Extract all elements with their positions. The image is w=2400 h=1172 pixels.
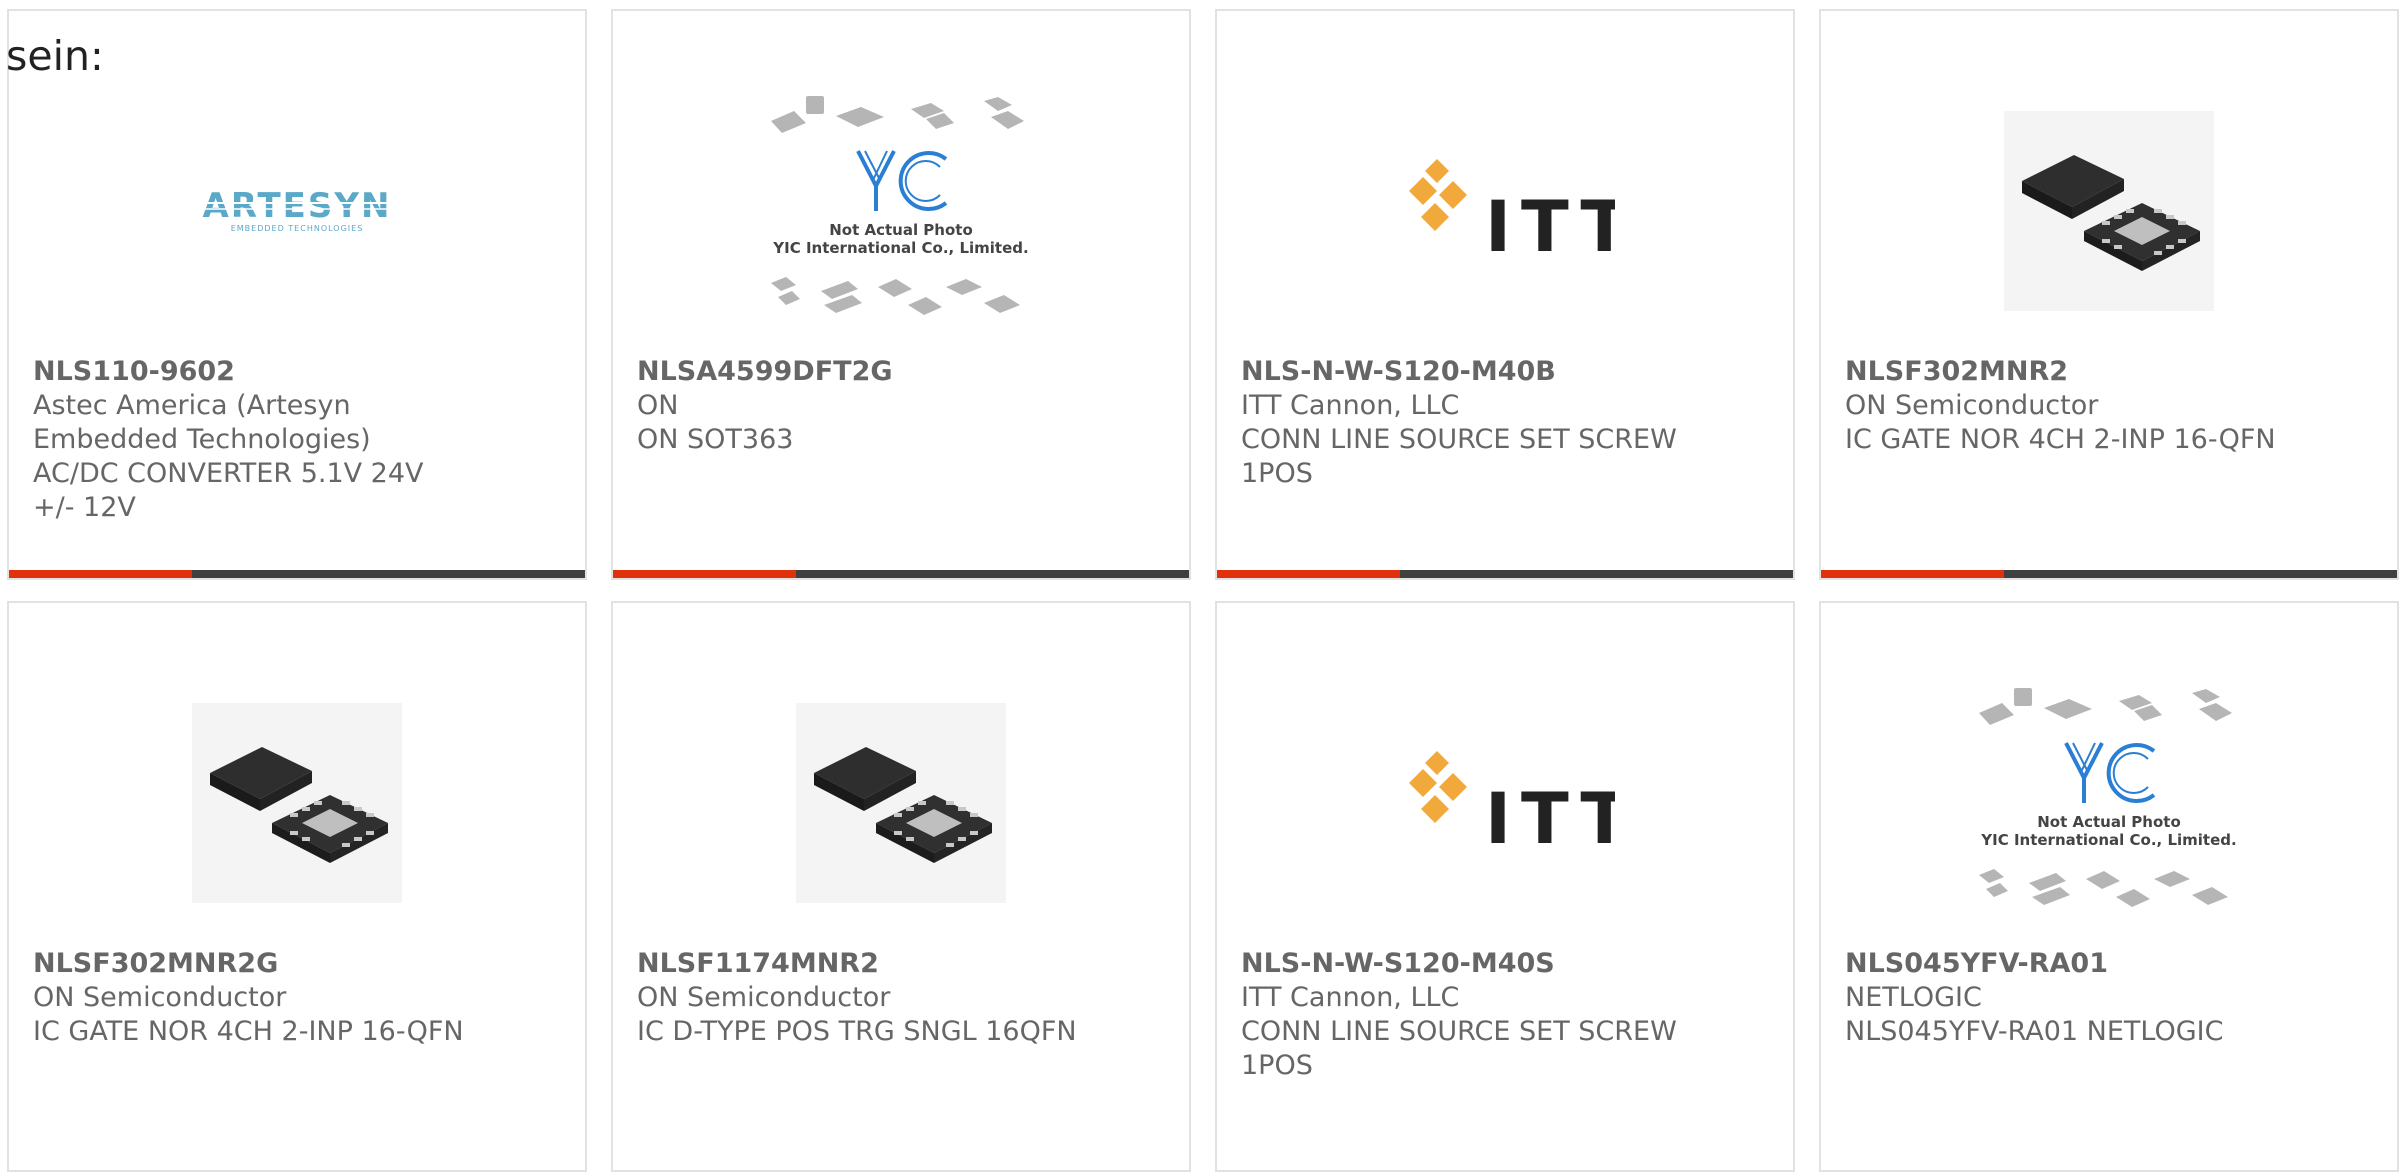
product-card[interactable]: ITT NLS-N-W-S120-M40B ITT Cannon, LLC CO… <box>1215 9 1795 580</box>
product-card[interactable]: NLSF1174MNR2 ON Semiconductor IC D-TYPE … <box>611 601 1191 1172</box>
description: IC D-TYPE POS TRG SNGL 16QFN <box>637 1016 1077 1047</box>
card-bar-accent <box>1217 570 1400 578</box>
product-image[interactable]: Not Actual Photo YIC International Co., … <box>613 71 1189 351</box>
manufacturer: ON Semiconductor <box>637 982 891 1013</box>
svg-text:YIC International Co., Limited: YIC International Co., Limited. <box>772 239 1028 257</box>
description: CONN LINE SOURCE SET SCREW 1POS <box>1241 1016 1677 1081</box>
qfn-chip-photo-icon <box>192 703 402 903</box>
part-number[interactable]: NLSF302MNR2 <box>1845 355 2285 389</box>
svg-text:YIC International Co., Limited: YIC International Co., Limited. <box>1980 831 2236 849</box>
description: ON SOT363 <box>637 424 794 455</box>
part-number[interactable]: NLS-N-W-S120-M40B <box>1241 355 1681 389</box>
description: AC/DC CONVERTER 5.1V 24V +/- 12V <box>33 458 424 523</box>
product-info: NLSF302MNR2G ON Semiconductor IC GATE NO… <box>33 947 473 1049</box>
product-info: NLS045YFV-RA01 NETLOGIC NLS045YFV-RA01 N… <box>1845 947 2285 1049</box>
artesyn-logo-icon: ARTESYN EMBEDDED TECHNOLOGIES <box>197 186 397 233</box>
yic-placeholder-icon: Not Actual Photo YIC International Co., … <box>771 96 1029 315</box>
product-card[interactable]: NLSF302MNR2 ON Semiconductor IC GATE NOR… <box>1819 9 2399 580</box>
product-card[interactable]: NLSF302MNR2G ON Semiconductor IC GATE NO… <box>7 601 587 1172</box>
description: NLS045YFV-RA01 NETLOGIC <box>1845 1016 2224 1047</box>
manufacturer: Astec America (Artesyn Embedded Technolo… <box>33 390 371 455</box>
part-number[interactable]: NLS-N-W-S120-M40S <box>1241 947 1681 981</box>
product-card[interactable]: ARTESYN EMBEDDED TECHNOLOGIES NLS110-960… <box>7 9 587 580</box>
svg-text:EMBEDDED TECHNOLOGIES: EMBEDDED TECHNOLOGIES <box>231 224 364 233</box>
product-image[interactable] <box>613 663 1189 943</box>
manufacturer: NETLOGIC <box>1845 982 1982 1013</box>
itt-logo-icon: ITT <box>1409 751 1615 860</box>
product-image[interactable]: Not Actual Photo YIC International Co., … <box>1821 663 2397 943</box>
product-image[interactable] <box>9 663 585 943</box>
card-bar <box>613 570 1189 578</box>
product-info: NLS110-9602 Astec America (Artesyn Embed… <box>33 355 473 525</box>
part-number[interactable]: NLSF1174MNR2 <box>637 947 1077 981</box>
product-image[interactable]: ITT <box>1217 71 1793 351</box>
qfn-chip-photo-icon <box>796 703 1006 903</box>
svg-text:ARTESYN: ARTESYN <box>203 186 392 226</box>
manufacturer: ON <box>637 390 679 421</box>
description: IC GATE NOR 4CH 2-INP 16-QFN <box>33 1016 464 1047</box>
product-info: NLS-N-W-S120-M40B ITT Cannon, LLC CONN L… <box>1241 355 1681 491</box>
card-bar-accent <box>613 570 796 578</box>
part-number[interactable]: NLS110-9602 <box>33 355 473 389</box>
svg-text:ITT: ITT <box>1485 186 1615 268</box>
description: CONN LINE SOURCE SET SCREW 1POS <box>1241 424 1677 489</box>
manufacturer: ITT Cannon, LLC <box>1241 390 1460 421</box>
svg-text:ITT: ITT <box>1485 778 1615 860</box>
manufacturer: ON Semiconductor <box>1845 390 2099 421</box>
card-bar <box>9 570 585 578</box>
card-bar-accent <box>9 570 192 578</box>
product-card[interactable]: ITT NLS-N-W-S120-M40S ITT Cannon, LLC CO… <box>1215 601 1795 1172</box>
product-info: NLSF302MNR2 ON Semiconductor IC GATE NOR… <box>1845 355 2285 457</box>
svg-text:Not Actual Photo: Not Actual Photo <box>2037 813 2181 831</box>
product-card[interactable]: Not Actual Photo YIC International Co., … <box>611 9 1191 580</box>
card-bar <box>1821 570 2397 578</box>
product-grid: ARTESYN EMBEDDED TECHNOLOGIES NLS110-960… <box>7 9 2399 1172</box>
yic-placeholder-icon: Not Actual Photo YIC International Co., … <box>1979 688 2237 907</box>
product-info: NLSF1174MNR2 ON Semiconductor IC D-TYPE … <box>637 947 1077 1049</box>
product-image[interactable]: ARTESYN EMBEDDED TECHNOLOGIES <box>9 71 585 351</box>
part-number[interactable]: NLSF302MNR2G <box>33 947 473 981</box>
card-bar-accent <box>1821 570 2004 578</box>
product-card[interactable]: Not Actual Photo YIC International Co., … <box>1819 601 2399 1172</box>
product-image[interactable] <box>1821 71 2397 351</box>
heading-fragment: sein: <box>6 32 104 80</box>
product-info: NLSA4599DFT2G ON ON SOT363 <box>637 355 1077 457</box>
qfn-chip-photo-icon <box>2004 111 2214 311</box>
svg-text:Not Actual Photo: Not Actual Photo <box>829 221 973 239</box>
manufacturer: ITT Cannon, LLC <box>1241 982 1460 1013</box>
part-number[interactable]: NLSA4599DFT2G <box>637 355 1077 389</box>
manufacturer: ON Semiconductor <box>33 982 287 1013</box>
product-image[interactable]: ITT <box>1217 663 1793 943</box>
description: IC GATE NOR 4CH 2-INP 16-QFN <box>1845 424 2276 455</box>
card-bar <box>1217 570 1793 578</box>
itt-logo-icon: ITT <box>1409 159 1615 268</box>
product-info: NLS-N-W-S120-M40S ITT Cannon, LLC CONN L… <box>1241 947 1681 1083</box>
part-number[interactable]: NLS045YFV-RA01 <box>1845 947 2285 981</box>
